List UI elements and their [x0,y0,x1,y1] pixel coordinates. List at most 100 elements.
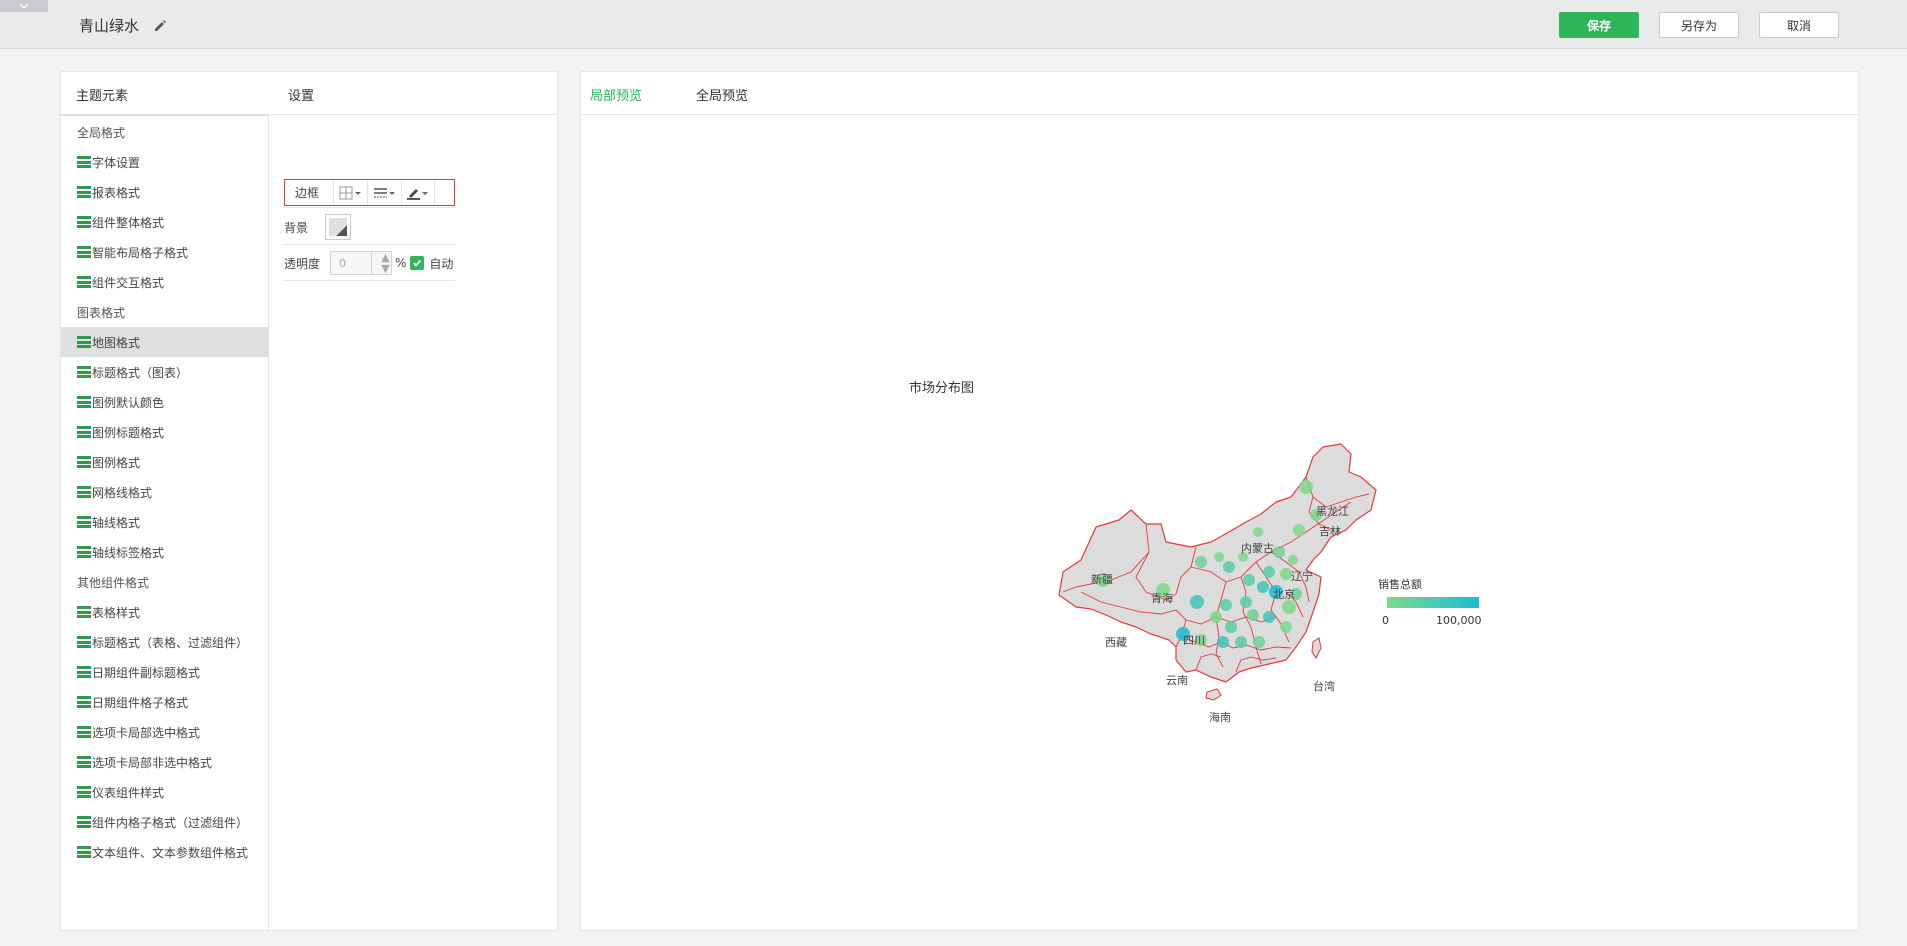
settings-pane: 边框 背景 透明度 0 ▲ ▼ % 自动 [273,116,557,930]
opacity-value: 0 [339,256,347,270]
cancel-button[interactable]: 取消 [1759,12,1839,38]
auto-checkbox[interactable] [410,256,425,270]
tree-item-label: 表格样式 [92,605,141,620]
tree-item[interactable]: 文本组件、文本参数组件格式 [61,837,269,867]
legend-max-label: 100,000 [1436,614,1482,627]
tree-item[interactable]: 标题格式（表格、过滤组件） [61,627,269,657]
tree-item-label: 网格线格式 [92,485,153,500]
tree-item[interactable]: 日期组件副标题格式 [61,657,269,687]
label-qinghai: 青海 [1151,591,1173,605]
opacity-stepper[interactable]: ▲ ▼ [371,252,391,274]
theme-element-tree: 全局格式字体设置报表格式组件整体格式智能布局格子格式 组件交互格式图表格式地图格式… [61,116,269,930]
label-jilin: 吉林 [1319,524,1341,538]
edit-icon[interactable] [152,17,168,33]
chart-title: 市场分布图 [909,381,975,396]
line-color-dropdown[interactable] [401,180,435,205]
divider [284,207,455,208]
taiwan-shape [1311,637,1322,659]
list-icon [77,816,91,828]
pen-color-icon [407,188,428,200]
panel-header: 主题元素 设置 [61,72,557,116]
list-icon [77,846,91,858]
preview-tabs: 局部预览 全局预览 [581,72,1858,115]
tab-local-preview[interactable]: 局部预览 [590,85,642,104]
label-taiwan: 台湾 [1313,679,1335,693]
list-icon [77,216,91,228]
list-icon [77,726,91,738]
tree-item[interactable]: 组件交互格式 [61,267,269,297]
tree-item[interactable]: 字体设置 [61,147,269,177]
tree-item-label: 文本组件、文本参数组件格式 [92,845,249,860]
list-icon [77,276,91,288]
tree-item-label: 日期组件格子格式 [92,695,189,710]
border-setting-row: 边框 [284,179,455,206]
tree-item[interactable]: 表格样式 [61,597,269,627]
tree-item-label: 图例格式 [92,455,141,470]
tree-item-label: 组件整体格式 [92,215,165,230]
tree-group-header[interactable]: 其他组件格式 [61,567,269,597]
list-icon [77,366,91,378]
list-icon [77,186,91,198]
opacity-input[interactable]: 0 ▲ ▼ [330,251,393,275]
tree-item[interactable]: 日期组件格子格式 [61,687,269,717]
tree-item[interactable]: 仪表组件样式 [61,777,269,807]
tree-group-header[interactable]: 全局格式 [61,117,269,147]
tree-item-label: 地图格式 [92,335,141,350]
tree-group-header[interactable]: 图表格式 [61,297,269,327]
tab-global-preview[interactable]: 全局预览 [696,85,748,104]
tree-item-label: 日期组件副标题格式 [92,665,201,680]
theme-elements-panel: 主题元素 设置 全局格式字体设置报表格式组件整体格式智能布局格子格式 组件交互格式… [60,71,558,931]
tree-item[interactable]: 轴线格式 [61,507,269,537]
list-icon [77,666,91,678]
label-neimenggu: 内蒙古 [1241,541,1274,555]
save-button[interactable]: 保存 [1559,12,1639,38]
theme-name: 青山绿水 [79,17,140,35]
collapse-toggle[interactable] [0,0,48,12]
list-icon [77,396,91,408]
tree-item-label: 报表格式 [92,185,141,200]
tree-item-label: 字体设置 [92,155,141,170]
tree-item-label: 图表格式 [77,305,126,320]
stepper-down-icon[interactable]: ▼ [373,263,389,274]
percent-sign: % [395,256,407,270]
tree-item-label: 选项卡局部非选中格式 [92,755,213,770]
legend-title: 销售总额 [1378,578,1422,591]
tree-item[interactable]: 组件整体格式 [61,207,269,237]
line-style-dropdown[interactable] [367,180,401,205]
tree-item[interactable]: 报表格式 [61,177,269,207]
tree-item[interactable]: 图例格式 [61,447,269,477]
background-setting-row: 背景 [284,212,455,242]
list-icon [77,606,91,618]
border-style-dropdown[interactable] [333,180,367,205]
tree-item[interactable]: 地图格式 [61,327,269,357]
tree-item[interactable]: 网格线格式 [61,477,269,507]
tree-item[interactable]: 组件内格子格式（过滤组件） [61,807,269,837]
tree-item[interactable]: 轴线标签格式 [61,537,269,567]
tree-item-label: 标题格式（表格、过滤组件） [92,635,249,650]
tree-item[interactable]: 图例标题格式 [61,417,269,447]
label-hainan: 海南 [1209,710,1231,724]
label-yunnan: 云南 [1166,674,1188,687]
tree-item-label: 其他组件格式 [77,575,150,590]
hainan-shape [1205,688,1222,701]
chevron-down-icon [19,3,29,10]
settings-title: 设置 [288,89,315,104]
tree-item[interactable]: 标题格式（图表） [61,357,269,387]
check-icon [413,259,422,267]
auto-label: 自动 [429,256,454,271]
china-map: 新疆 西藏 青海 内蒙古 黑龙江 吉林 辽宁 四川 云南 台湾 海南 北京 [1058,443,1377,724]
tree-item[interactable]: 图例默认颜色 [61,387,269,417]
tree-item-label: 仪表组件样式 [92,785,165,800]
tree-item[interactable]: 智能布局格子格式 [61,237,269,267]
list-icon [77,696,91,708]
tree-item[interactable]: 选项卡局部选中格式 [61,717,269,747]
line-style-icon [373,187,395,197]
list-icon [77,546,91,558]
label-xinjiang: 新疆 [1091,572,1113,586]
border-label: 边框 [295,186,320,200]
tree-item[interactable]: 选项卡局部非选中格式 [61,747,269,777]
save-as-button[interactable]: 另存为 [1659,12,1739,38]
background-color-picker[interactable] [325,214,352,240]
tree-item-label: 全局格式 [77,125,126,140]
list-icon [77,636,91,648]
